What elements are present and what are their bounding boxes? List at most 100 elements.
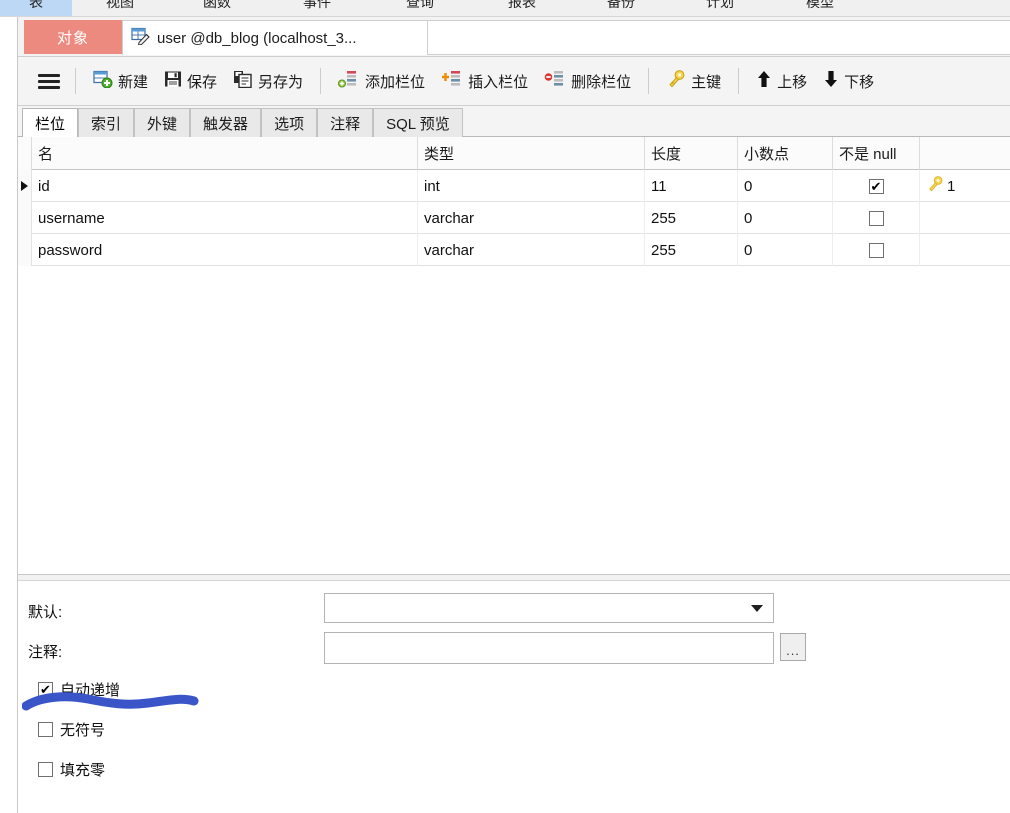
designer-tab-4[interactable]: 选项 (261, 108, 318, 137)
tab-objects[interactable]: 对象 (24, 20, 122, 54)
comment-browse-button[interactable]: ... (780, 633, 806, 661)
primary-key-button[interactable]: 主键 (658, 64, 729, 98)
zerofill-row[interactable]: 填充零 (38, 759, 105, 780)
move-down-button[interactable]: 下移 (815, 64, 882, 98)
cell-key[interactable]: 1 (920, 170, 1010, 202)
column-header-decimals[interactable]: 小数点 (738, 137, 833, 170)
cell-length[interactable]: 255 (645, 202, 738, 234)
document-tab-bar: 对象 user @db_blog (localhost_3... (18, 17, 1010, 57)
main-menu-item-0[interactable]: 表 (0, 0, 72, 16)
current-row-arrow-icon (21, 181, 28, 191)
field-name-text: id (38, 177, 50, 195)
column-header-type[interactable]: 类型 (418, 137, 645, 170)
designer-tab-3[interactable]: 触发器 (190, 108, 262, 137)
primary-key-icon (666, 69, 686, 93)
main-menu-item-5[interactable]: 报表 (472, 0, 572, 16)
main-menu-item-label: 视图 (106, 0, 134, 10)
main-menu-item-7[interactable]: 计划 (670, 0, 770, 16)
designer-tab-5[interactable]: 注释 (317, 108, 374, 137)
unsigned-row[interactable]: 无符号 (38, 719, 105, 740)
not-null-checkbox[interactable] (868, 242, 884, 258)
main-menu-item-label: 计划 (706, 0, 734, 10)
toolbar-separator (75, 68, 76, 94)
main-menu-item-1[interactable]: 视图 (72, 0, 168, 16)
field-length-text: 255 (651, 241, 677, 259)
table-row[interactable]: id int 11 0 ✔ 1 (18, 170, 1010, 202)
main-menu-item-2[interactable]: 函数 (168, 0, 266, 16)
not-null-checkbox[interactable] (868, 210, 884, 226)
main-menu-item-4[interactable]: 查询 (368, 0, 472, 16)
designer-tab-0[interactable]: 栏位 (22, 108, 79, 138)
cell-key[interactable] (920, 202, 1010, 234)
cell-type[interactable]: varchar (418, 234, 645, 266)
row-selector[interactable] (18, 202, 32, 234)
cell-decimals[interactable]: 0 (738, 234, 833, 266)
field-properties-panel: 默认: 注释: ... ✔ 自动递增 无符号 填充零 (18, 581, 1010, 813)
column-header-name[interactable]: 名 (32, 137, 418, 170)
add-field-button[interactable]: 添加栏位 (330, 64, 433, 98)
tab-bar-empty-area (428, 20, 1010, 55)
tab-objects-label: 对象 (56, 29, 89, 47)
save-icon (164, 70, 182, 93)
cell-name[interactable]: username (32, 202, 418, 234)
auto-increment-label: 自动递增 (60, 682, 121, 699)
arrow-down-icon (823, 70, 839, 93)
new-button[interactable]: 新建 (85, 64, 156, 98)
arrow-up-icon (756, 70, 772, 93)
delete-field-button[interactable]: 删除栏位 (536, 64, 639, 98)
main-menu-item-label: 查询 (406, 0, 434, 10)
save-button[interactable]: 保存 (156, 64, 225, 98)
hamburger-icon[interactable] (32, 73, 66, 89)
main-menu-item-8[interactable]: 模型 (770, 0, 870, 16)
not-null-checkbox[interactable]: ✔ (868, 178, 884, 194)
table-row[interactable]: password varchar 255 0 (18, 234, 1010, 266)
zerofill-checkbox[interactable] (38, 762, 53, 777)
table-row[interactable]: username varchar 255 0 (18, 202, 1010, 234)
auto-increment-row[interactable]: ✔ 自动递增 (38, 679, 120, 700)
insert-field-button-label: 插入栏位 (468, 73, 529, 91)
cell-decimals[interactable]: 0 (738, 202, 833, 234)
cell-not-null[interactable] (833, 234, 920, 266)
designer-tab-1[interactable]: 索引 (78, 108, 135, 137)
designer-tab-strip: 栏位 索引 外键 触发器 选项 注释 SQL 预览 (18, 106, 1010, 138)
designer-tab-label: 注释 (330, 115, 361, 133)
cell-type[interactable]: int (418, 170, 645, 202)
comment-label: 注释: (28, 644, 63, 661)
main-menu-item-3[interactable]: 事件 (266, 0, 368, 16)
row-selector[interactable] (18, 234, 32, 266)
cell-not-null[interactable] (833, 202, 920, 234)
unsigned-checkbox[interactable] (38, 722, 53, 737)
primary-key-order: 1 (947, 177, 956, 195)
save-as-button[interactable]: 另存为 (225, 64, 311, 98)
cell-key[interactable] (920, 234, 1010, 266)
column-header-length[interactable]: 长度 (645, 137, 738, 170)
cell-name[interactable]: password (32, 234, 418, 266)
cell-name[interactable]: id (32, 170, 418, 202)
default-label: 默认: (28, 604, 63, 621)
tab-table-designer[interactable]: user @db_blog (localhost_3... (122, 20, 428, 55)
row-selector[interactable] (18, 170, 32, 202)
column-header-label: 小数点 (744, 146, 790, 163)
cell-length[interactable]: 11 (645, 170, 738, 202)
left-gutter (0, 17, 18, 813)
column-header-label: 类型 (424, 146, 455, 163)
cell-type[interactable]: varchar (418, 202, 645, 234)
auto-increment-checkbox[interactable]: ✔ (38, 682, 53, 697)
column-header-label: 长度 (651, 146, 682, 163)
chevron-down-icon (751, 604, 763, 612)
column-header-not_null[interactable]: 不是 null (833, 137, 920, 170)
cell-not-null[interactable]: ✔ (833, 170, 920, 202)
designer-tab-6[interactable]: SQL 预览 (373, 108, 463, 137)
cell-length[interactable]: 255 (645, 234, 738, 266)
insert-field-icon (441, 70, 463, 93)
move-up-button[interactable]: 上移 (748, 64, 815, 98)
designer-tab-2[interactable]: 外键 (134, 108, 191, 137)
column-header-key[interactable] (920, 137, 1010, 170)
default-combobox[interactable] (324, 593, 774, 623)
comment-input[interactable] (324, 632, 774, 664)
field-type-text: varchar (424, 241, 475, 259)
insert-field-button[interactable]: 插入栏位 (433, 64, 536, 98)
cell-decimals[interactable]: 0 (738, 170, 833, 202)
main-menu-item-6[interactable]: 备份 (572, 0, 670, 16)
column-header-label: 不是 null (839, 146, 897, 163)
